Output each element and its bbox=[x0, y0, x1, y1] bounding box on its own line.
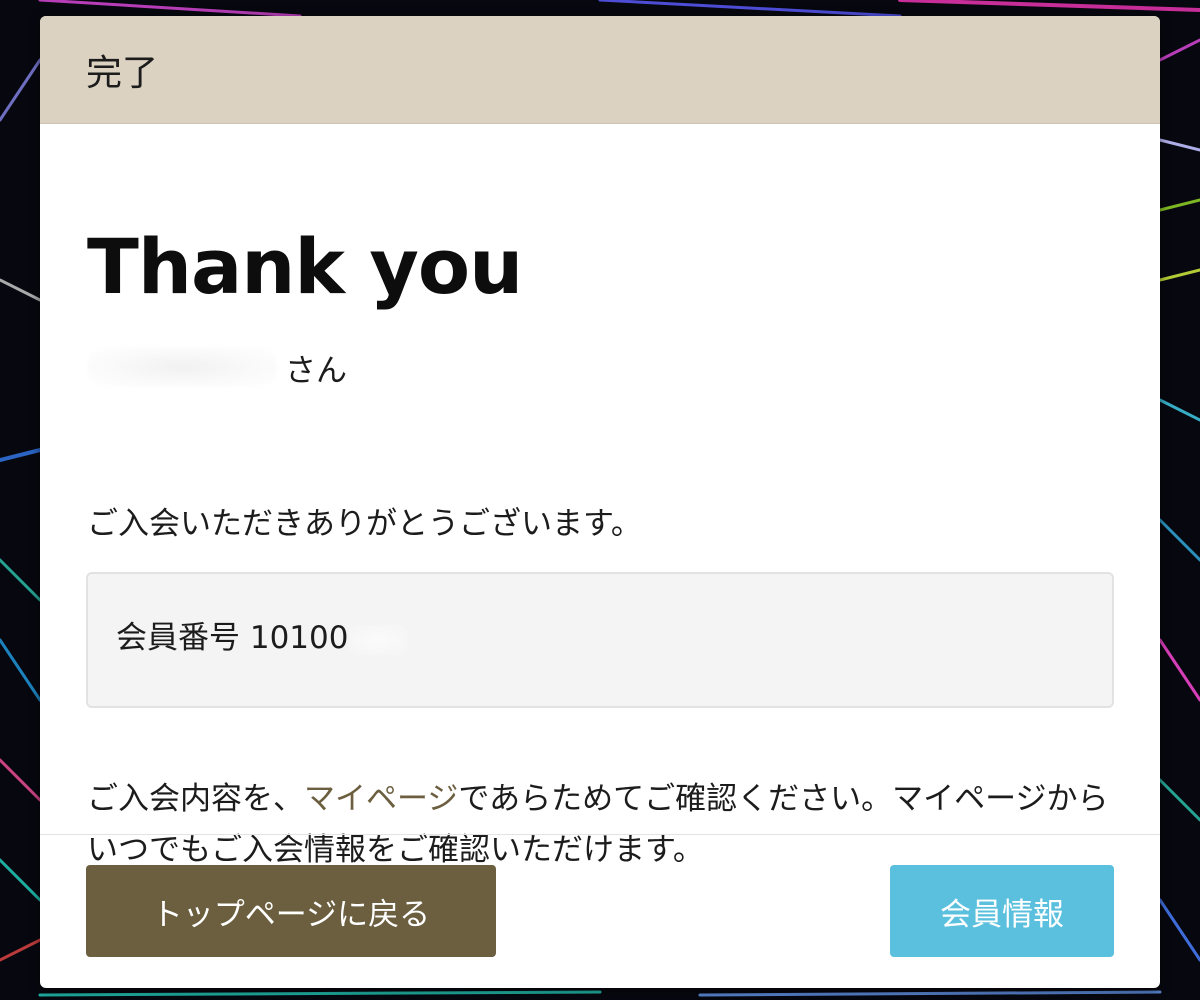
completion-modal: 完了 Thank you さん ご入会いただきありがとうございます。 会員番号 … bbox=[40, 16, 1160, 988]
thank-you-heading: Thank you bbox=[87, 222, 523, 311]
modal-footer: トップページに戻る 会員情報 bbox=[40, 834, 1160, 988]
modal-header: 完了 bbox=[40, 16, 1160, 124]
redacted-member-number bbox=[348, 624, 409, 655]
member-number-row: 会員番号 10100 bbox=[116, 612, 409, 657]
name-suffix: さん bbox=[285, 352, 347, 389]
modal-title: 完了 bbox=[86, 52, 159, 94]
info-text-before-link: ご入会内容を、 bbox=[87, 781, 304, 817]
user-name-row: さん bbox=[87, 346, 347, 389]
member-info-button[interactable]: 会員情報 bbox=[890, 865, 1114, 957]
member-number-label: 会員番号 10100 bbox=[116, 620, 349, 656]
redacted-user-name bbox=[87, 347, 277, 387]
modal-body: Thank you さん ご入会いただきありがとうございます。 会員番号 101… bbox=[40, 124, 1160, 868]
thanks-message: ご入会いただきありがとうございます。 bbox=[87, 506, 642, 542]
member-number-box: 会員番号 10100 bbox=[86, 572, 1114, 708]
mypage-link[interactable]: マイページ bbox=[304, 781, 458, 817]
back-to-top-button[interactable]: トップページに戻る bbox=[86, 865, 496, 957]
